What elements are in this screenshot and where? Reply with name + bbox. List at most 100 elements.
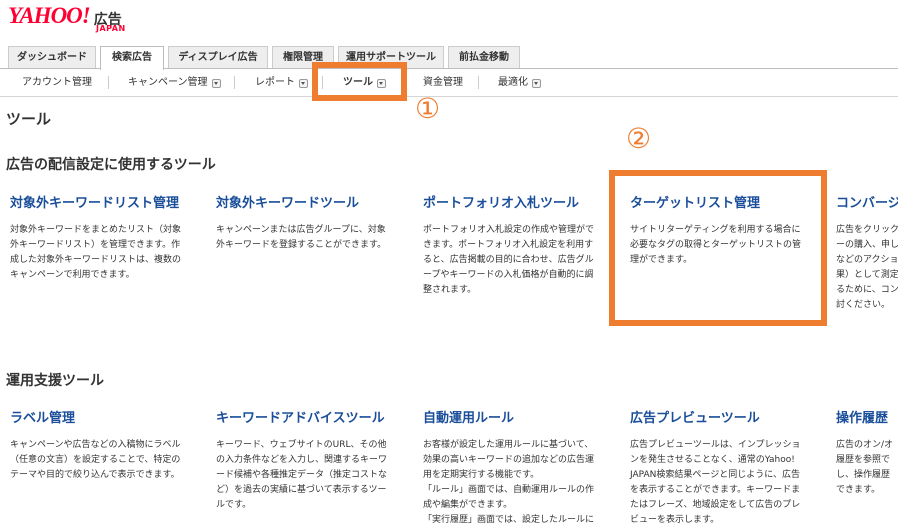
- desc-line: 理ができます。: [630, 255, 693, 265]
- tool-description: 対象外キーワードをまとめたリスト（対象 外キーワードリスト）を管理できます。作 …: [10, 223, 200, 283]
- tool-description: キャンペーンまたは広告グループに、対象 外キーワードを登録することができます。: [216, 223, 406, 253]
- tool-card-negative-keyword-list: 対象外キーワードリスト管理 対象外キーワードをまとめたリスト（対象 外キーワード…: [10, 195, 200, 283]
- callout-number-1: ①: [415, 92, 441, 125]
- subnav-campaign-management[interactable]: キャンペーン管理: [128, 75, 221, 91]
- tool-description: お客様が設定した運用ルールに基づいて、 効果の高いキーワードの追加などの広告運 …: [423, 438, 613, 528]
- desc-line: などのアクショ: [836, 255, 898, 265]
- tool-link[interactable]: キーワードアドバイスツール: [216, 410, 406, 428]
- subnav-label: アカウント管理: [22, 77, 92, 88]
- tool-link[interactable]: ターゲットリスト管理: [630, 195, 820, 213]
- desc-line: 用を定期実行する機能です。: [423, 470, 540, 480]
- tool-link[interactable]: 対象外キーワードツール: [216, 195, 406, 213]
- desc-line: 広告のオン/オ: [836, 440, 894, 450]
- subnav-label: キャンペーン管理: [128, 77, 208, 88]
- tab-dashboard[interactable]: ダッシュボード: [8, 46, 96, 68]
- desc-line: きます。ポートフォリオ入札設定を利用す: [423, 240, 594, 250]
- tab-prepayment-transfer[interactable]: 前払金移動: [448, 46, 520, 68]
- subnav-label: レポート: [255, 77, 295, 88]
- tool-link[interactable]: ポートフォリオ入札ツール: [423, 195, 613, 213]
- yahoo-logo[interactable]: YAHOO! JAPAN 広告: [8, 3, 125, 34]
- desc-line: ード候補や各種推定データ（推定コストな: [216, 470, 388, 480]
- tool-card-label-management: ラベル管理 キャンペーンや広告などの入稿物にラベル （任意の文言）を設定すること…: [10, 410, 200, 483]
- tool-link[interactable]: 自動運用ルール: [423, 410, 613, 428]
- tab-label: ディスプレイ広告: [178, 52, 258, 63]
- desc-line: 広告をクリック: [836, 225, 898, 235]
- desc-line: 対象外キーワードをまとめたリスト（対象: [10, 225, 182, 235]
- callout-box-1: [312, 62, 407, 101]
- subnav-optimization[interactable]: 最適化: [498, 75, 541, 91]
- section-title-delivery: 広告の配信設定に使用するツール: [6, 157, 216, 173]
- desc-line: ーの購入、申し: [836, 240, 898, 250]
- desc-line: 「実行履歴」画面では、設定したルールに: [423, 515, 595, 525]
- desc-line: できます。: [836, 485, 881, 495]
- tool-description: キーワード、ウェブサイトのURL、その他 の入力条件などを入力し、関連するキーワ…: [216, 438, 406, 513]
- dropdown-arrow-icon[interactable]: [299, 78, 308, 88]
- desc-line: たはフレーズ、地域設定をして広告のプレ: [630, 500, 801, 510]
- desc-line: ルです。: [216, 500, 252, 510]
- dropdown-arrow-icon[interactable]: [211, 78, 221, 88]
- subnav-label: 最適化: [498, 77, 528, 88]
- desc-line: ど）を過去の実績に基づいて表示するツー: [216, 485, 387, 495]
- desc-line: 広告プレビューツールは、インプレッショ: [630, 440, 801, 450]
- desc-line: 「ルール」画面では、自動運用ルールの作: [423, 485, 595, 495]
- tool-card-portfolio-bidding: ポートフォリオ入札ツール ポートフォリオ入札設定の作成や管理がで きます。ポート…: [423, 195, 613, 298]
- subnav-report[interactable]: レポート: [255, 75, 308, 91]
- page-title: ツール: [6, 110, 52, 128]
- desc-line: お客様が設定した運用ルールに基づいて、: [423, 440, 594, 450]
- desc-line: 成した対象外キーワードリストは、複数の: [10, 255, 182, 265]
- tool-description: サイトリターゲティングを利用する場合に 必要なタグの取得とターゲットリストの管 …: [630, 223, 820, 268]
- tool-link[interactable]: 操作履歴: [836, 410, 898, 428]
- desc-line: 外キーワードを登録することができます。: [216, 240, 387, 250]
- desc-line: JAPAN検索結果ページと同じように、広告: [630, 470, 800, 480]
- desc-line: を表示することができます。キーワードま: [630, 485, 801, 495]
- desc-line: 果）として測定: [836, 270, 898, 280]
- tab-display-ads[interactable]: ディスプレイ広告: [168, 46, 268, 68]
- tool-description: キャンペーンや広告などの入稿物にラベル （任意の文言）を設定することで、特定の …: [10, 438, 200, 483]
- section-title-operation-support: 運用支援ツール: [6, 373, 104, 389]
- desc-line: ビューを表示します。: [630, 515, 720, 525]
- desc-line: ープやキーワードの入札価格が自動的に調: [423, 270, 594, 280]
- tool-description: 広告のオン/オ 履歴を参照で し、操作履歴 できます。: [836, 438, 898, 498]
- tool-link[interactable]: コンバージ: [836, 195, 898, 213]
- desc-line: （任意の文言）を設定することで、特定の: [10, 455, 181, 465]
- tool-description: ポートフォリオ入札設定の作成や管理がで きます。ポートフォリオ入札設定を利用す …: [423, 223, 613, 298]
- main-tab-bar: ダッシュボード 検索広告 ディスプレイ広告 権限管理 運用サポートツール 前払金…: [0, 46, 898, 70]
- logo-wordmark: YAHOO!: [8, 3, 91, 28]
- tool-card-conversion: コンバージ 広告をクリック ーの購入、申し などのアクショ 果）として測定 るた…: [836, 195, 898, 313]
- divider: [234, 76, 235, 89]
- desc-line: テーマや目的で絞り込んで表示できます。: [10, 470, 180, 480]
- desc-line: ると、広告掲載の目的に合わせ、広告グル: [423, 255, 594, 265]
- dropdown-arrow-icon[interactable]: [532, 78, 541, 88]
- tool-description: 広告プレビューツールは、インプレッショ ンを発生させることなく、通常のYahoo…: [630, 438, 820, 528]
- tab-label: ダッシュボード: [17, 52, 87, 63]
- sub-nav: アカウント管理 キャンペーン管理 レポート ツール 資金管理 最適化: [0, 69, 898, 97]
- subnav-account-management[interactable]: アカウント管理: [22, 75, 92, 91]
- desc-line: キャンペーンまたは広告グループに、対象: [216, 225, 386, 235]
- tool-card-negative-keyword-tool: 対象外キーワードツール キャンペーンまたは広告グループに、対象 外キーワードを登…: [216, 195, 406, 253]
- tools-page: YAHOO! JAPAN 広告 ダッシュボード 検索広告 ディスプレイ広告 権限…: [0, 0, 898, 530]
- desc-line: キャンペーンで利用できます。: [10, 270, 135, 280]
- tool-description: 広告をクリック ーの購入、申し などのアクショ 果）として測定 るために、コン …: [836, 223, 898, 313]
- desc-line: るために、コン: [836, 285, 898, 295]
- divider: [108, 76, 109, 89]
- tab-label: 前払金移動: [459, 52, 509, 63]
- tool-link[interactable]: 広告プレビューツール: [630, 410, 820, 428]
- tool-card-automation-rules: 自動運用ルール お客様が設定した運用ルールに基づいて、 効果の高いキーワードの追…: [423, 410, 613, 528]
- tool-link[interactable]: ラベル管理: [10, 410, 200, 428]
- desc-line: サイトリターゲティングを利用する場合に: [630, 225, 801, 235]
- divider: [478, 76, 479, 89]
- desc-line: キーワード、ウェブサイトのURL、その他: [216, 440, 387, 450]
- desc-line: 必要なタグの取得とターゲットリストの管: [630, 240, 802, 250]
- logo-sub: JAPAN: [96, 24, 126, 33]
- desc-line: し、操作履歴: [836, 470, 891, 480]
- desc-line: 効果の高いキーワードの追加などの広告運: [423, 455, 595, 465]
- desc-line: 整されます。: [423, 285, 477, 295]
- desc-line: 外キーワードリスト）を管理できます。作: [10, 240, 181, 250]
- subnav-funds-management[interactable]: 資金管理: [423, 75, 463, 91]
- tab-search-ads[interactable]: 検索広告: [100, 46, 164, 70]
- desc-line: 履歴を参照で: [836, 455, 891, 465]
- tool-card-operation-history: 操作履歴 広告のオン/オ 履歴を参照で し、操作履歴 できます。: [836, 410, 898, 498]
- tab-label: 検索広告: [112, 52, 152, 63]
- callout-number-2: ②: [626, 122, 652, 155]
- tool-link[interactable]: 対象外キーワードリスト管理: [10, 195, 200, 213]
